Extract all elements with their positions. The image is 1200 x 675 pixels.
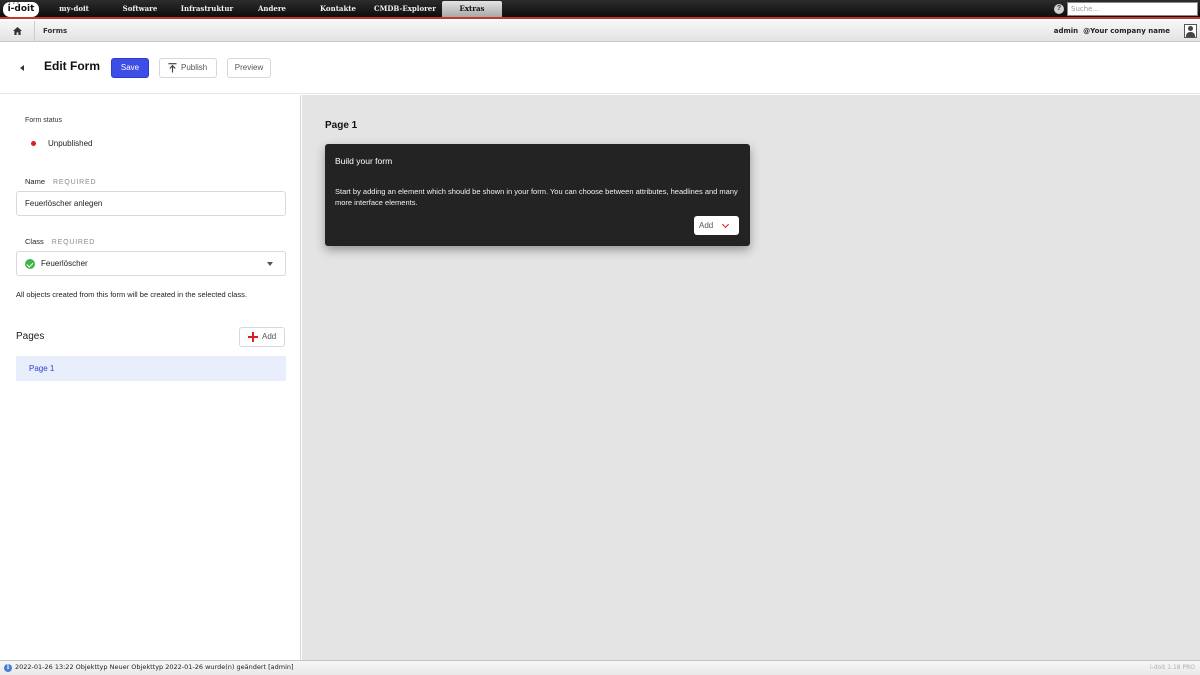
avatar[interactable] — [1184, 24, 1197, 38]
check-circle-icon — [25, 259, 35, 269]
upload-icon — [168, 63, 177, 73]
breadcrumb-forms[interactable]: Forms — [43, 21, 67, 41]
page-header: Edit Form Save Publish Preview — [0, 43, 1200, 94]
user-name[interactable]: admin — [1054, 27, 1078, 35]
build-card-text: Start by adding an element which should … — [335, 187, 738, 207]
caret-down-icon — [267, 262, 273, 266]
class-select[interactable]: Feuerlöscher — [16, 251, 286, 276]
add-element-label: Add — [699, 221, 714, 230]
status-dot-icon — [31, 141, 36, 146]
form-status-label: Form status — [25, 117, 62, 124]
pages-heading: Pages — [16, 331, 45, 342]
form-settings-panel: Form status Unpublished Name REQUIRED Feu… — [0, 95, 301, 660]
page-title: Edit Form — [44, 59, 100, 73]
name-label: Name REQUIRED — [25, 177, 96, 186]
home-button[interactable] — [0, 21, 34, 41]
name-label-text: Name — [25, 177, 46, 186]
page-list-item[interactable]: Page 1 — [16, 356, 286, 381]
plus-icon — [248, 332, 258, 342]
nav-item-infrastruktur[interactable]: Infrastruktur — [176, 0, 238, 17]
class-help-text: All objects created from this form will … — [16, 290, 247, 299]
back-icon[interactable] — [18, 62, 28, 74]
info-icon: i — [4, 664, 12, 672]
search-input[interactable] — [1067, 2, 1198, 16]
build-card-title: Build your form — [335, 156, 393, 166]
form-canvas: Page 1 Build your form Start by adding a… — [302, 95, 1200, 660]
required-hint: REQUIRED — [51, 239, 96, 246]
required-hint: REQUIRED — [53, 179, 97, 186]
nav-item-my-doit[interactable]: my-doit — [44, 0, 104, 17]
form-status-value: Unpublished — [48, 139, 93, 148]
add-element-button[interactable]: Add — [694, 216, 739, 235]
status-message: 2022-01-26 13:22 Objekttyp Neuer Objektt… — [15, 663, 294, 671]
status-bar: i 2022-01-26 13:22 Objekttyp Neuer Objek… — [0, 660, 1200, 675]
add-page-label: Add — [262, 332, 277, 341]
add-page-button[interactable]: Add — [239, 327, 285, 347]
nav-item-andere[interactable]: Andere — [244, 0, 300, 17]
breadcrumb-bar: Forms admin @Your company name — [0, 21, 1200, 42]
class-label-text: Class — [25, 237, 44, 246]
publish-button[interactable]: Publish — [159, 58, 217, 78]
nav-item-software[interactable]: Software — [110, 0, 170, 17]
help-icon[interactable]: ? — [1054, 4, 1064, 14]
chevron-down-icon — [721, 220, 730, 229]
class-select-value: Feuerlöscher — [41, 259, 88, 268]
company-name: @Your company name — [1083, 27, 1170, 35]
app-logo[interactable]: i-doit — [3, 0, 39, 17]
top-navigation: i-doit my-doit Software Infrastruktur An… — [0, 0, 1200, 19]
save-button[interactable]: Save — [111, 58, 149, 78]
page-heading: Page 1 — [325, 120, 358, 131]
nav-item-cmdb-explorer[interactable]: CMDB-Explorer — [374, 0, 436, 17]
breadcrumb-separator — [34, 21, 42, 41]
name-field[interactable]: Feuerlöscher anlegen — [16, 191, 286, 216]
version-label: i-doit 1.18 PRO — [1149, 664, 1195, 671]
nav-item-kontakte[interactable]: Kontakte — [308, 0, 368, 17]
build-form-card: Build your form Start by adding an eleme… — [325, 144, 750, 246]
home-icon — [12, 27, 22, 35]
user-info: admin @Your company name — [1054, 21, 1170, 41]
class-label: Class REQUIRED — [25, 237, 95, 246]
preview-button[interactable]: Preview — [227, 58, 271, 78]
nav-item-extras[interactable]: Extras — [442, 1, 502, 17]
publish-label: Publish — [181, 63, 208, 72]
